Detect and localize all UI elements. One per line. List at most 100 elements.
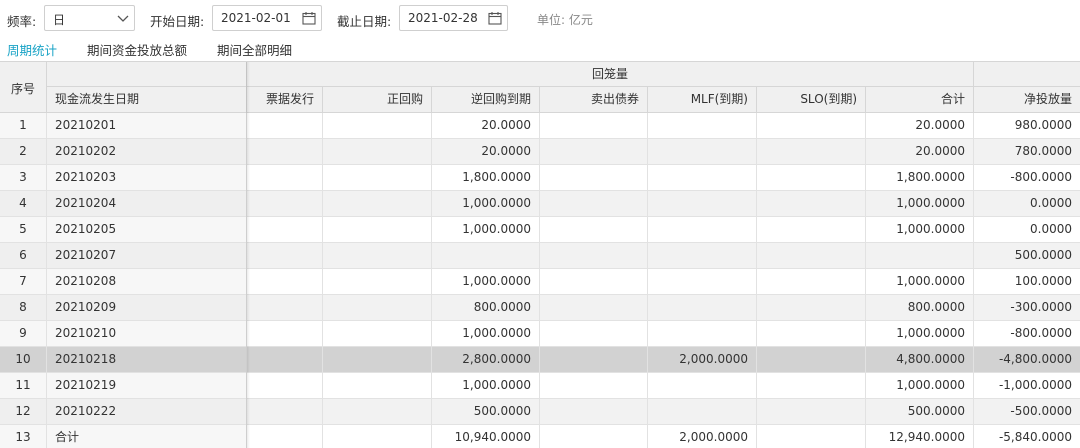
cell-bill-issuance bbox=[247, 321, 323, 347]
cell-reverse-repo-maturity: 1,000.0000 bbox=[432, 191, 540, 217]
end-date-input[interactable]: 2021-02-28 bbox=[399, 5, 508, 31]
cell-total: 20.0000 bbox=[866, 139, 974, 165]
cell-repo bbox=[323, 425, 432, 448]
cell-index: 12 bbox=[0, 399, 47, 425]
cell-slo bbox=[757, 425, 866, 448]
table-row[interactable]: 6 20210207 500.0000 bbox=[0, 243, 1080, 269]
cell-mlf bbox=[648, 269, 757, 295]
table-row[interactable]: 3 20210203 1,800.0000 1,800.0000 -800.0000 bbox=[0, 165, 1080, 191]
cell-mlf: 2,000.0000 bbox=[648, 347, 757, 373]
cell-slo bbox=[757, 373, 866, 399]
table-row[interactable]: 13 合计 10,940.0000 2,000.0000 12,940.0000 -5,8… bbox=[0, 425, 1080, 448]
cell-repo bbox=[323, 243, 432, 269]
header-spacer bbox=[47, 62, 247, 87]
cell-reverse-repo-maturity: 1,000.0000 bbox=[432, 217, 540, 243]
cell-total: 20.0000 bbox=[866, 113, 974, 139]
cell-mlf bbox=[648, 295, 757, 321]
cell-date: 20210202 bbox=[47, 139, 247, 165]
filter-bar: 频率: 日 开始日期: 2021-02-01 截止日期: 2021-02-28 … bbox=[0, 0, 1080, 36]
cell-mlf bbox=[648, 191, 757, 217]
table-row[interactable]: 11 20210219 1,000.0000 1,000.0000 -1,000.000… bbox=[0, 373, 1080, 399]
cell-bill-issuance bbox=[247, 425, 323, 448]
cell-slo bbox=[757, 295, 866, 321]
cell-reverse-repo-maturity: 2,800.0000 bbox=[432, 347, 540, 373]
cell-mlf bbox=[648, 321, 757, 347]
cell-slo bbox=[757, 113, 866, 139]
cell-mlf: 2,000.0000 bbox=[648, 425, 757, 448]
cell-reverse-repo-maturity: 10,940.0000 bbox=[432, 425, 540, 448]
cell-bond-sale bbox=[540, 243, 648, 269]
cell-slo bbox=[757, 217, 866, 243]
cell-total: 1,000.0000 bbox=[866, 269, 974, 295]
cell-index: 5 bbox=[0, 217, 47, 243]
table-row[interactable]: 1 20210201 20.0000 20.0000 980.0000 bbox=[0, 113, 1080, 139]
col-bill-issuance-header[interactable]: 票据发行 bbox=[247, 87, 323, 113]
start-date-input[interactable]: 2021-02-01 bbox=[212, 5, 322, 31]
table-row[interactable]: 12 20210222 500.0000 500.0000 -500.0000 bbox=[0, 399, 1080, 425]
tab-period-stats[interactable]: 周期统计 bbox=[7, 40, 57, 59]
cell-bond-sale bbox=[540, 347, 648, 373]
cell-bill-issuance bbox=[247, 373, 323, 399]
col-bond-sale-header[interactable]: 卖出债券 bbox=[540, 87, 648, 113]
col-slo-header[interactable]: SLO(到期) bbox=[757, 87, 866, 113]
cell-mlf bbox=[648, 399, 757, 425]
data-grid: 序号 现金流发生日期 回笼量 票据发行 正回购 逆回购到期 卖出债券 MLF(到… bbox=[0, 61, 1080, 448]
cell-total: 1,000.0000 bbox=[866, 191, 974, 217]
col-mlf-header[interactable]: MLF(到期) bbox=[648, 87, 757, 113]
cell-net-injection: -1,000.0000 bbox=[974, 373, 1080, 399]
table-row[interactable]: 8 20210209 800.0000 800.0000 -300.0000 bbox=[0, 295, 1080, 321]
cell-mlf bbox=[648, 113, 757, 139]
col-date-header[interactable]: 现金流发生日期 bbox=[47, 87, 247, 113]
cell-net-injection: -800.0000 bbox=[974, 321, 1080, 347]
cell-reverse-repo-maturity: 1,800.0000 bbox=[432, 165, 540, 191]
cell-bond-sale bbox=[540, 191, 648, 217]
cell-total: 500.0000 bbox=[866, 399, 974, 425]
col-repo-header[interactable]: 正回购 bbox=[323, 87, 432, 113]
cell-index: 8 bbox=[0, 295, 47, 321]
cell-total: 4,800.0000 bbox=[866, 347, 974, 373]
cell-bond-sale bbox=[540, 425, 648, 448]
cell-net-injection: -500.0000 bbox=[974, 399, 1080, 425]
frequency-value: 日 bbox=[53, 13, 66, 27]
col-index-header[interactable]: 序号 bbox=[0, 62, 47, 113]
cell-repo bbox=[323, 399, 432, 425]
cell-reverse-repo-maturity: 800.0000 bbox=[432, 295, 540, 321]
tab-period-details[interactable]: 期间全部明细 bbox=[217, 40, 292, 59]
table-row[interactable]: 9 20210210 1,000.0000 1,000.0000 -800.0000 bbox=[0, 321, 1080, 347]
cell-total: 1,000.0000 bbox=[866, 217, 974, 243]
cell-repo bbox=[323, 295, 432, 321]
cell-net-injection: 780.0000 bbox=[974, 139, 1080, 165]
start-date-value: 2021-02-01 bbox=[221, 11, 291, 25]
cell-net-injection: 100.0000 bbox=[974, 269, 1080, 295]
col-total-header[interactable]: 合计 bbox=[866, 87, 974, 113]
table-row[interactable]: 10 20210218 2,800.0000 2,000.0000 4,800.0000… bbox=[0, 347, 1080, 373]
cell-bond-sale bbox=[540, 165, 648, 191]
cell-index: 1 bbox=[0, 113, 47, 139]
chevron-down-icon bbox=[117, 15, 129, 22]
cell-net-injection: -5,840.0000 bbox=[974, 425, 1080, 448]
cell-bond-sale bbox=[540, 217, 648, 243]
cell-repo bbox=[323, 165, 432, 191]
cell-index: 9 bbox=[0, 321, 47, 347]
table-row[interactable]: 5 20210205 1,000.0000 1,000.0000 0.0000 bbox=[0, 217, 1080, 243]
tab-period-total[interactable]: 期间资金投放总额 bbox=[87, 40, 187, 59]
table-row[interactable]: 2 20210202 20.0000 20.0000 780.0000 bbox=[0, 139, 1080, 165]
cell-net-injection: -4,800.0000 bbox=[974, 347, 1080, 373]
cell-bond-sale bbox=[540, 399, 648, 425]
table-row[interactable]: 7 20210208 1,000.0000 1,000.0000 100.0000 bbox=[0, 269, 1080, 295]
cell-index: 11 bbox=[0, 373, 47, 399]
calendar-icon[interactable] bbox=[488, 11, 502, 25]
cell-date: 20210204 bbox=[47, 191, 247, 217]
cell-net-injection: -300.0000 bbox=[974, 295, 1080, 321]
cell-slo bbox=[757, 191, 866, 217]
col-reverse-repo-maturity-header[interactable]: 逆回购到期 bbox=[432, 87, 540, 113]
cell-bill-issuance bbox=[247, 399, 323, 425]
col-net-injection-header[interactable]: 净投放量 bbox=[974, 87, 1080, 113]
cell-slo bbox=[757, 347, 866, 373]
cell-slo bbox=[757, 243, 866, 269]
frequency-select[interactable]: 日 bbox=[44, 5, 135, 31]
table-row[interactable]: 4 20210204 1,000.0000 1,000.0000 0.0000 bbox=[0, 191, 1080, 217]
cell-total: 800.0000 bbox=[866, 295, 974, 321]
calendar-icon[interactable] bbox=[302, 11, 316, 25]
cell-index: 7 bbox=[0, 269, 47, 295]
